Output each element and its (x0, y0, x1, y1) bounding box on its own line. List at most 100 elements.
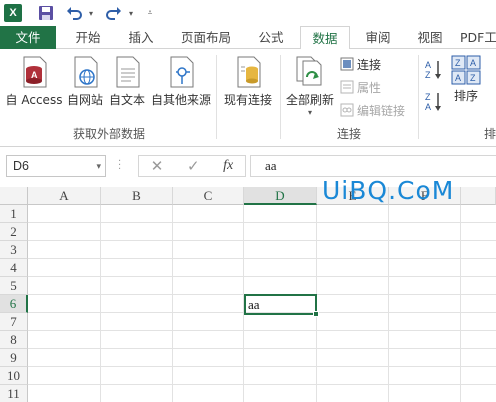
edit-links-label: 编辑链接 (357, 103, 406, 118)
column-header-partial[interactable] (461, 187, 496, 205)
row-header-3[interactable]: 3 (0, 241, 28, 259)
save-icon[interactable] (36, 3, 56, 23)
edit-links-icon (340, 103, 354, 117)
column-header-b[interactable]: B (101, 187, 173, 205)
gridline-horizontal (28, 384, 496, 385)
sort-descending-button[interactable]: Z A (424, 91, 444, 113)
web-icon (74, 56, 98, 88)
svg-text:A: A (470, 58, 476, 68)
cancel-icon[interactable]: ✕ (151, 157, 164, 175)
svg-text:A: A (425, 60, 431, 70)
name-box[interactable]: D6 ▾ (6, 155, 106, 177)
gridline-horizontal (28, 348, 496, 349)
enter-icon[interactable]: ✓ (187, 157, 200, 175)
from-access-label: 自 Access (5, 93, 63, 107)
tab-pdf[interactable]: PDF工 (460, 26, 496, 49)
other-sources-icon (170, 56, 194, 88)
text-file-icon (116, 56, 140, 88)
sort-icon: Z A A Z (451, 55, 481, 85)
ribbon-separator (216, 55, 217, 139)
name-box-dropdown-icon[interactable]: ▾ (96, 156, 101, 176)
from-other-sources-button[interactable]: 自其他来源 (148, 55, 214, 108)
formula-input[interactable]: aa (250, 155, 496, 177)
group-label-sort: 排 (484, 127, 496, 141)
from-text-button[interactable]: 自文本 (106, 55, 148, 108)
svg-text:A: A (455, 73, 461, 83)
sort-descending-icon: Z A (425, 92, 441, 112)
gridline-vertical (172, 205, 173, 402)
column-header-d[interactable]: D (244, 187, 317, 205)
group-label-external-data: 获取外部数据 (72, 127, 145, 141)
ribbon-separator (280, 55, 281, 139)
ribbon-tabs: 文件 开始 插入 页面布局 公式 数据 审阅 视图 PDF工 (0, 26, 496, 50)
row-header-2[interactable]: 2 (0, 223, 28, 241)
properties-label: 属性 (357, 80, 382, 95)
row-header-10[interactable]: 10 (0, 367, 28, 385)
redo-dropdown-icon[interactable]: ▾ (126, 3, 136, 23)
customize-qat-icon[interactable]: ⩡ (144, 3, 156, 23)
from-other-sources-label: 自其他来源 (150, 93, 211, 107)
connections-label: 连接 (357, 57, 382, 72)
tab-data[interactable]: 数据 (300, 26, 350, 50)
watermark: UiBQ.CoM (322, 176, 455, 205)
edit-links-button[interactable]: 编辑链接 (340, 100, 405, 120)
column-header-a[interactable]: A (28, 187, 101, 205)
worksheet-grid[interactable]: ABCDEF 1 2 3 4 5 6 7 8 9 10 11 aa (0, 187, 496, 402)
gridline-horizontal (28, 258, 496, 259)
formula-buttons: ✕ ✓ fx (138, 155, 246, 177)
refresh-all-label: 全部刷新 (285, 93, 334, 107)
redo-icon[interactable] (104, 3, 124, 23)
properties-button[interactable]: 属性 (340, 77, 381, 97)
undo-dropdown-icon[interactable]: ▾ (86, 3, 96, 23)
insert-function-button[interactable]: fx (223, 158, 233, 174)
quick-access-toolbar: X ▾ ▾ ⩡ (0, 0, 496, 26)
row-header-4[interactable]: 4 (0, 259, 28, 277)
svg-text:Z: Z (470, 73, 476, 83)
row-header-9[interactable]: 9 (0, 349, 28, 367)
svg-text:A: A (425, 102, 431, 112)
column-header-c[interactable]: C (173, 187, 244, 205)
row-header-1[interactable]: 1 (0, 205, 28, 223)
ribbon-separator (418, 55, 419, 139)
sort-ascending-icon: A Z (425, 60, 441, 80)
formula-bar-grip-icon[interactable]: · · · (118, 157, 121, 175)
gridline-vertical (460, 205, 461, 402)
row-header-6[interactable]: 6 (0, 295, 28, 313)
svg-text:Z: Z (425, 70, 431, 80)
row-header-11[interactable]: 11 (0, 385, 28, 402)
gridline-horizontal (28, 276, 496, 277)
row-header-8[interactable]: 8 (0, 331, 28, 349)
row-header-7[interactable]: 7 (0, 313, 28, 331)
undo-icon[interactable] (64, 3, 84, 23)
connections-icon (340, 57, 354, 71)
tab-review[interactable]: 审阅 (356, 26, 400, 49)
from-web-button[interactable]: 自网站 (64, 55, 106, 108)
refresh-all-icon (296, 56, 322, 86)
fill-handle[interactable] (313, 311, 319, 317)
connections-button[interactable]: 连接 (340, 54, 381, 74)
name-box-value: D6 (13, 159, 29, 173)
svg-text:Z: Z (425, 92, 431, 102)
from-access-button[interactable]: A 自 Access (4, 55, 64, 108)
existing-connections-icon (237, 56, 261, 88)
tab-formulas[interactable]: 公式 (248, 26, 294, 49)
active-cell-d6[interactable]: aa (244, 294, 317, 315)
refresh-all-button[interactable]: 全部刷新 ▾ (284, 55, 336, 117)
gridline-horizontal (28, 222, 496, 223)
tab-view[interactable]: 视图 (408, 26, 452, 49)
row-header-5[interactable]: 5 (0, 277, 28, 295)
tab-insert[interactable]: 插入 (118, 26, 164, 49)
refresh-all-dropdown-icon: ▾ (307, 108, 312, 117)
from-web-label: 自网站 (66, 93, 103, 107)
gridline-vertical (100, 205, 101, 402)
gridline-horizontal (28, 366, 496, 367)
tab-page-layout[interactable]: 页面布局 (172, 26, 240, 49)
existing-connections-button[interactable]: 现有连接 (220, 55, 276, 108)
select-all-corner[interactable] (0, 187, 28, 205)
sort-button[interactable]: Z A A Z 排序 (448, 55, 484, 104)
tab-file[interactable]: 文件 (0, 26, 56, 49)
from-text-label: 自文本 (108, 93, 145, 107)
gridline-horizontal (28, 330, 496, 331)
tab-home[interactable]: 开始 (64, 26, 112, 49)
sort-ascending-button[interactable]: A Z (424, 59, 444, 81)
